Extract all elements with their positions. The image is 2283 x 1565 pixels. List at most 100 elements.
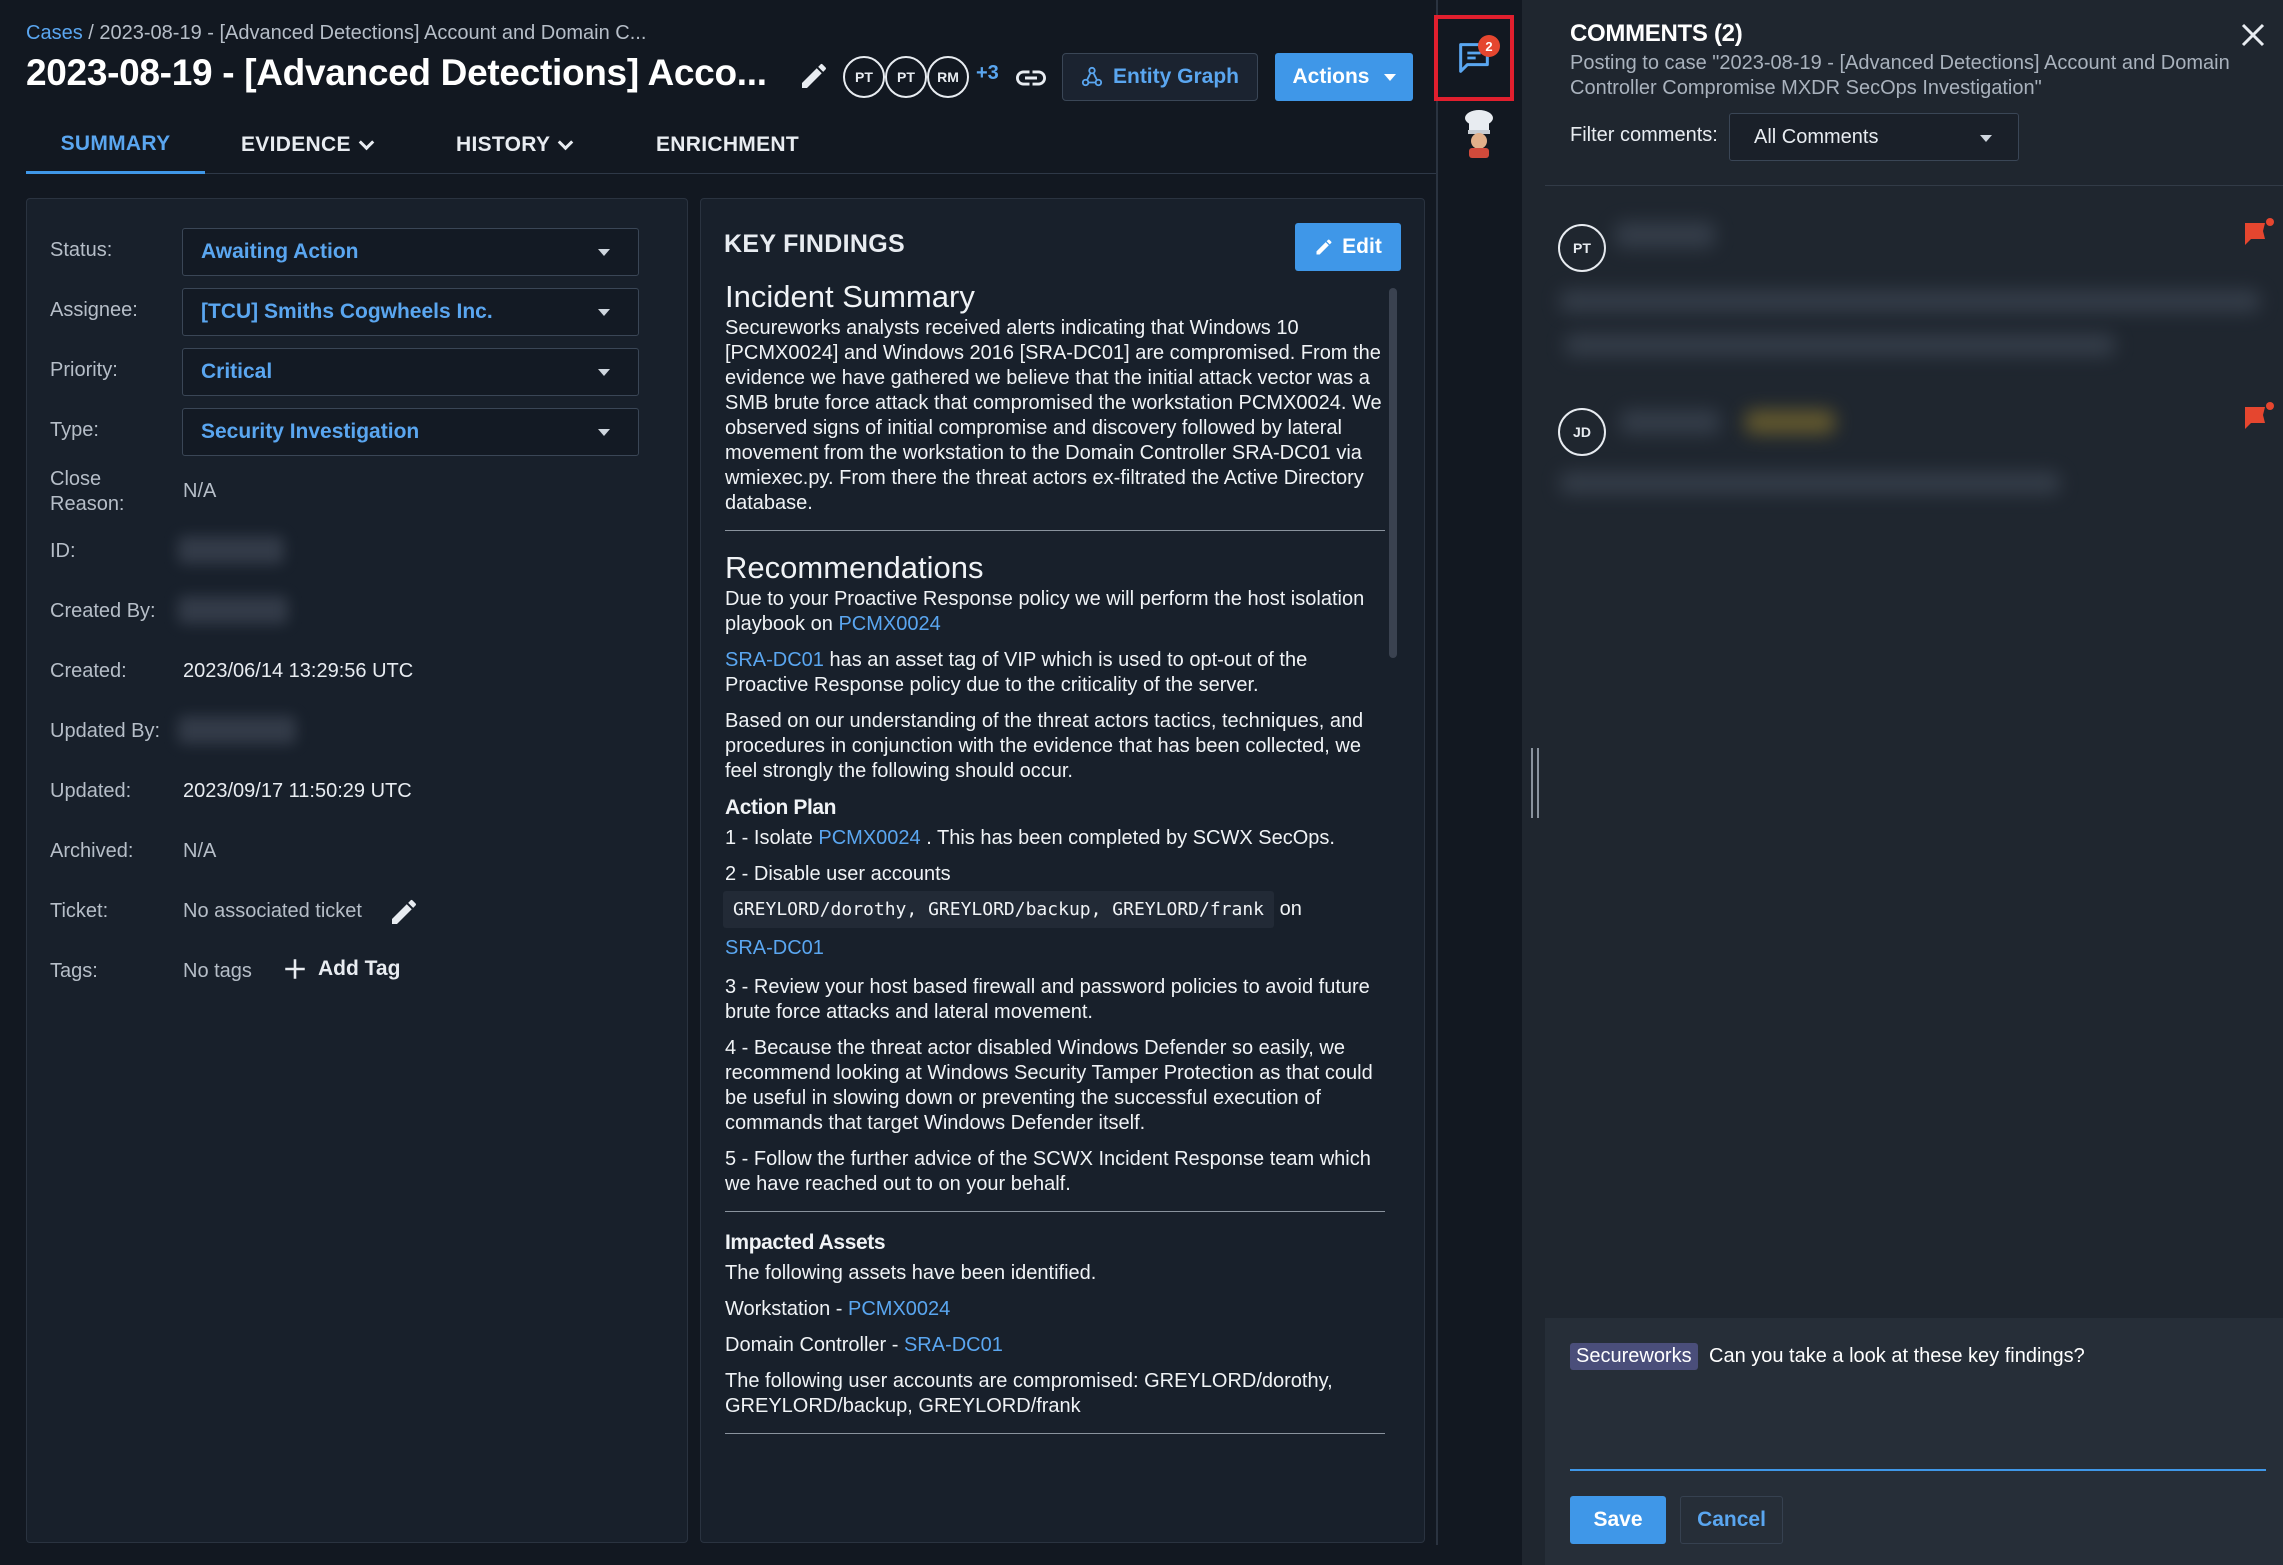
comments-divider [1545,185,2283,186]
action-plan-text: . This has been completed by SCWX SecOps… [926,827,1335,849]
breadcrumb-cases-link[interactable]: Cases [26,22,83,44]
flag-icon[interactable] [2243,217,2275,247]
status-select[interactable]: Awaiting Action [182,228,639,276]
key-findings-scrollbar[interactable] [1389,288,1397,658]
case-details-card [26,198,688,1543]
chevron-down-icon [358,134,375,150]
tab-summary-label: SUMMARY [60,131,171,155]
priority-label: Priority: [50,359,118,381]
action-plan-title: Action Plan [725,796,837,819]
close-reason-label-line2: Reason: [50,493,125,515]
save-comment-button[interactable]: Save [1570,1496,1666,1544]
action-plan-text: 1 - Isolate [725,827,813,849]
tab-enrichment[interactable]: ENRICHMENT [656,116,799,174]
impacted-intro: The following assets have been identifie… [725,1262,1097,1284]
ticket-value: No associated ticket [183,900,362,922]
close-reason-value: N/A [183,480,217,502]
filter-comments-label: Filter comments: [1570,124,1718,146]
editor-focus-underline [1570,1469,2266,1471]
pencil-icon[interactable] [798,60,830,92]
redacted-comment-badge [1745,410,1835,434]
edit-key-findings-button[interactable]: Edit [1295,223,1401,271]
link-icon[interactable] [1013,60,1049,96]
chef-bot-icon[interactable] [1459,108,1499,158]
more-watchers-count[interactable]: +3 [976,62,999,85]
type-select[interactable]: Security Investigation [182,408,639,456]
compromised-accounts: The following user accounts are compromi… [725,1370,1333,1417]
caret-down-icon [598,309,610,316]
redacted-comment-author [1615,222,1715,248]
action-plan-item: 1 - Isolate PCMX0024 . This has been com… [725,826,1385,851]
created-value: 2023/06/14 13:29:56 UTC [183,660,414,682]
impacted-text: Workstation - [725,1298,843,1320]
assignee-value: [TCU] Smiths Cogwheels Inc. [201,300,493,323]
breadcrumb-current: 2023-08-19 - [Advanced Detections] Accou… [99,22,647,44]
priority-select[interactable]: Critical [182,348,639,396]
plus-icon [285,959,305,979]
action-plan-item: 3 - Review your host based firewall and … [725,976,1370,1023]
divider [725,1211,1385,1212]
tags-value: No tags [183,960,252,982]
comments-toggle-button[interactable]: 2 [1434,15,1514,101]
asset-link-sra-dc01[interactable]: SRA-DC01 [725,937,824,959]
mention-chip[interactable]: Secureworks [1570,1343,1698,1370]
pencil-icon[interactable] [388,896,420,928]
key-findings-content: Incident Summary Secureworks analysts re… [723,278,1385,1452]
watcher-avatar[interactable]: PT [843,56,885,98]
breadcrumb: Cases / 2023-08-19 - [Advanced Detection… [26,22,646,45]
recommendation-paragraph: Due to your Proactive Response policy we… [725,587,1385,637]
tab-evidence[interactable]: EVIDENCE [241,116,375,174]
add-tag-label: Add Tag [318,957,401,980]
actions-dropdown-button[interactable]: Actions [1275,53,1413,101]
assignee-select[interactable]: [TCU] Smiths Cogwheels Inc. [182,288,639,336]
divider [725,1433,1385,1434]
caret-down-icon [1980,135,1992,142]
updated-by-label: Updated By: [50,720,161,742]
tab-history[interactable]: HISTORY [456,116,574,174]
filter-comments-select[interactable]: All Comments [1729,113,2019,161]
breadcrumb-separator: / [88,22,94,44]
impacted-assets-title: Impacted Assets [725,1231,886,1254]
action-plan-item: 4 - Because the threat actor disabled Wi… [725,1037,1373,1134]
created-label: Created: [50,660,127,682]
entity-graph-label: Entity Graph [1112,65,1239,88]
asset-link-sra-dc01[interactable]: SRA-DC01 [904,1334,1003,1356]
entity-graph-button[interactable]: Entity Graph [1062,53,1258,101]
status-label: Status: [50,239,113,261]
actions-label: Actions [1292,65,1370,88]
filter-value: All Comments [1754,125,1879,148]
incident-summary-text: Secureworks analysts received alerts ind… [725,317,1382,514]
incident-summary-title: Incident Summary [725,279,975,314]
watcher-avatar[interactable]: PT [885,56,927,98]
action-plan-item: GREYLORD/dorothy, GREYLORD/backup, GREYL… [723,891,1385,928]
asset-link-pcmx0024[interactable]: PCMX0024 [818,827,920,849]
cancel-comment-button[interactable]: Cancel [1680,1496,1783,1544]
archived-label: Archived: [50,840,134,862]
graph-icon [1081,66,1103,87]
recommendation-paragraph: Based on our understanding of the threat… [725,710,1364,782]
redacted-comment-text [1560,290,2260,312]
tab-summary[interactable]: SUMMARY [26,116,205,174]
caret-down-icon [1383,73,1396,81]
tags-label: Tags: [50,960,98,982]
comment-draft-text[interactable]: Can you take a look at these key finding… [1709,1345,2085,1368]
case-tabs: SUMMARY EVIDENCE HISTORY ENRICHMENT [26,116,1436,174]
panel-resize-handle[interactable] [1531,748,1539,818]
impacted-text: Domain Controller - [725,1334,899,1356]
add-tag-button[interactable]: Add Tag [282,956,400,982]
close-reason-label: Close Reason: [50,467,125,517]
assignee-label: Assignee: [50,299,138,321]
tab-history-label: HISTORY [456,133,551,156]
asset-link-pcmx0024[interactable]: PCMX0024 [848,1298,950,1320]
redacted-comment-text [1560,472,2060,494]
recommendations-title: Recommendations [725,550,984,585]
watcher-avatar[interactable]: RM [927,56,969,98]
redacted-id [178,536,284,564]
archived-value: N/A [183,840,217,862]
asset-link-sra-dc01[interactable]: SRA-DC01 [725,649,824,671]
close-icon[interactable] [2238,20,2268,50]
recommendation-paragraph: SRA-DC01 has an asset tag of VIP which i… [725,648,1385,698]
flag-icon[interactable] [2243,401,2275,431]
updated-value: 2023/09/17 11:50:29 UTC [183,780,412,802]
asset-link-pcmx0024[interactable]: PCMX0024 [838,613,940,635]
